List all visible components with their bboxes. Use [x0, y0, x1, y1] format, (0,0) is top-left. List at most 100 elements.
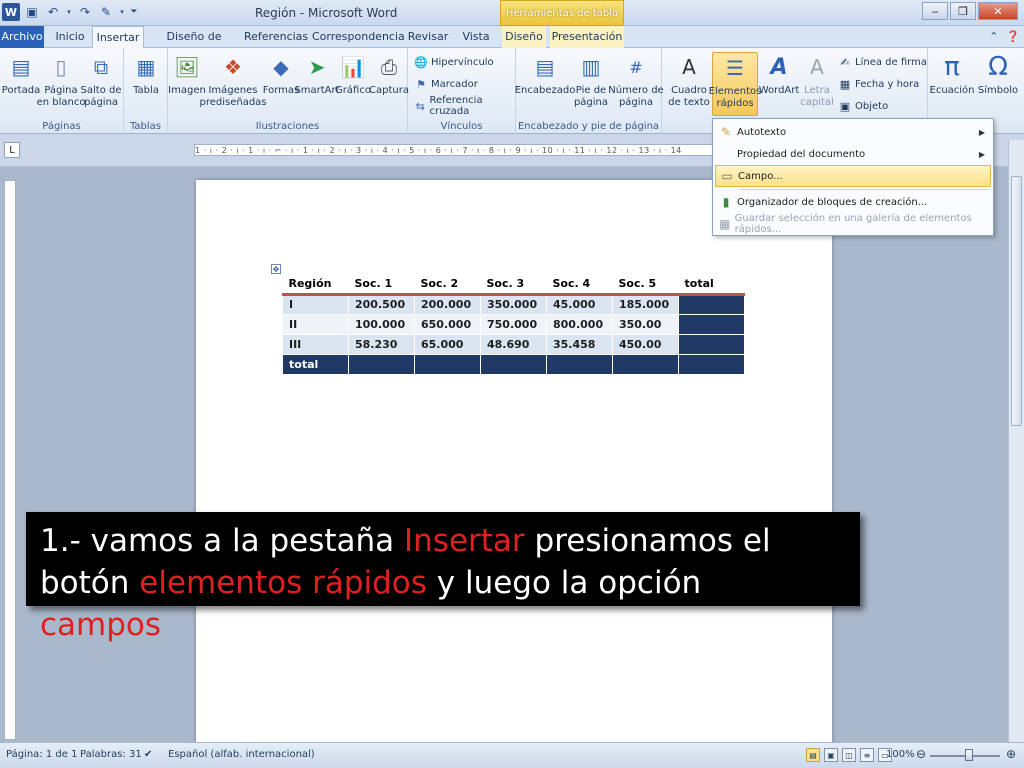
fecha-y-hora-button[interactable]: ▦ Fecha y hora — [838, 74, 920, 94]
print-layout-icon[interactable]: ▤ — [806, 748, 820, 762]
table-cell[interactable] — [546, 353, 613, 375]
table-move-handle-icon[interactable]: ✥ — [271, 264, 281, 274]
smartart-button[interactable]: ➤ SmartArt — [294, 52, 339, 116]
vertical-scrollbar[interactable] — [1008, 140, 1024, 744]
spelling-check-icon[interactable]: ✔ — [144, 749, 152, 760]
portada-button[interactable]: ▤ Portada — [2, 52, 40, 116]
tab-insertar[interactable]: Insertar — [92, 26, 144, 49]
format-painter-icon[interactable]: ✎ — [97, 3, 115, 21]
menu-item-organizador[interactable]: ▮ Organizador de bloques de creación... — [715, 191, 991, 213]
table-cell[interactable]: 35.458 — [546, 333, 613, 355]
menu-item-campo[interactable]: ▭ Campo... — [715, 165, 991, 187]
table-cell[interactable]: 58.230 — [348, 333, 415, 355]
imagenes-predisenadas-button[interactable]: ❖ Imágenes prediseñadas — [199, 52, 266, 116]
objeto-button[interactable]: ▣ Objeto — [838, 96, 888, 116]
tab-diseno-de-pagina[interactable]: Diseño de página — [150, 26, 238, 65]
encabezado-button[interactable]: ▤ Encabezado — [515, 52, 576, 116]
tab-presentacion[interactable]: Presentación — [550, 26, 624, 48]
letra-capital-button[interactable]: A Letra capital — [798, 52, 836, 116]
header-cell[interactable]: Soc. 5 — [612, 274, 679, 296]
save-icon[interactable]: ▣ — [23, 3, 41, 21]
restore-button[interactable]: ❐ — [950, 2, 976, 20]
header-cell[interactable]: Soc. 4 — [546, 274, 613, 296]
table-cell[interactable] — [678, 313, 745, 335]
close-button[interactable]: ✕ — [978, 2, 1018, 20]
language-indicator[interactable]: Español (alfab. internacional) — [168, 749, 315, 760]
header-cell[interactable]: Región — [282, 274, 349, 296]
menu-item-propiedad-del-documento[interactable]: Propiedad del documento ▶ — [715, 143, 991, 165]
pie-de-pagina-button[interactable]: ▥ Pie de página — [572, 52, 610, 116]
table-cell[interactable] — [414, 353, 481, 375]
minimize-button[interactable]: ‒ — [922, 2, 948, 20]
zoom-in-icon[interactable]: ⊕ — [1006, 747, 1016, 761]
header-cell[interactable]: Soc. 3 — [480, 274, 547, 296]
table-cell[interactable] — [678, 333, 745, 355]
table-cell[interactable]: 650.000 — [414, 313, 481, 335]
salto-de-pagina-button[interactable]: ⧉ Salto de página — [81, 52, 122, 116]
table-cell[interactable]: total — [282, 353, 349, 375]
pagina-en-blanco-button[interactable]: ▯ Página en blanco — [37, 52, 86, 116]
table-cell[interactable] — [348, 353, 415, 375]
grafico-button[interactable]: 📊 Gráfico — [334, 52, 372, 116]
scrollbar-thumb[interactable] — [1011, 176, 1022, 426]
tab-referencias[interactable]: Referencias — [244, 26, 308, 48]
table-cell[interactable]: 200.000 — [414, 293, 481, 315]
full-screen-icon[interactable]: ▣ — [824, 748, 838, 762]
menu-item-guardar-seleccion[interactable]: ▦ Guardar selección en una galería de el… — [715, 213, 991, 235]
zoom-slider-thumb[interactable] — [965, 749, 973, 761]
table-cell[interactable]: 185.000 — [612, 293, 679, 315]
wordart-button[interactable]: A WordArt — [759, 52, 800, 116]
table-cell[interactable]: 450.00 — [612, 333, 679, 355]
dropdown-arrow-icon[interactable]: ▾ — [65, 3, 73, 21]
table-cell[interactable]: 200.500 — [348, 293, 415, 315]
table-cell[interactable]: 800.000 — [546, 313, 613, 335]
customize-qat-icon[interactable]: ⏷ — [129, 3, 139, 21]
page-count[interactable]: Página: 1 de 1 — [6, 749, 77, 760]
document-page[interactable]: ✥ Región Soc. 1 Soc. 2 Soc. 3 Soc. 4 Soc… — [196, 180, 832, 742]
vertical-ruler[interactable] — [4, 180, 16, 740]
elementos-rapidos-button[interactable]: ☰ Elementos rápidos — [709, 52, 761, 116]
tab-inicio[interactable]: Inicio — [50, 26, 90, 48]
tab-diseno[interactable]: Diseño — [502, 26, 546, 48]
table-cell[interactable]: 48.690 — [480, 333, 547, 355]
table-cell[interactable] — [612, 353, 679, 375]
captura-button[interactable]: ⎙ Captura — [369, 52, 409, 116]
header-cell[interactable]: Soc. 2 — [414, 274, 481, 296]
word-count[interactable]: Palabras: 31 — [80, 749, 142, 760]
ecuacion-button[interactable]: π Ecuación — [930, 52, 975, 116]
cuadro-de-texto-button[interactable]: A Cuadro de texto — [668, 52, 710, 116]
tab-archivo[interactable]: Archivo — [0, 26, 44, 48]
tabla-button[interactable]: ▦ Tabla — [127, 52, 165, 116]
hipervinculo-button[interactable]: 🌐 Hipervínculo — [414, 52, 494, 72]
marcador-button[interactable]: ⚑ Marcador — [414, 74, 478, 94]
horizontal-ruler[interactable]: 1 · ı · 2 · ı · 1 · ı · ⌐ · ı · 1 · ı · … — [194, 144, 714, 156]
tab-correspondencia[interactable]: Correspondencia — [312, 26, 405, 48]
tab-selector-icon[interactable]: L — [4, 142, 20, 158]
outline-icon[interactable]: ≡ — [860, 748, 874, 762]
zoom-out-icon[interactable]: ⊖ — [916, 747, 926, 761]
minimize-ribbon-icon[interactable]: ⌃ — [989, 30, 998, 43]
table-cell[interactable]: II — [282, 313, 349, 335]
table-cell[interactable]: I — [282, 293, 349, 315]
table-cell[interactable] — [678, 293, 745, 315]
redo-icon[interactable]: ↷ — [76, 3, 94, 21]
table-cell[interactable]: 65.000 — [414, 333, 481, 355]
header-cell[interactable]: total — [678, 274, 745, 296]
help-icon[interactable]: ❓ — [1006, 30, 1020, 43]
formas-button[interactable]: ◆ Formas — [262, 52, 300, 116]
undo-icon[interactable]: ↶ — [44, 3, 62, 21]
simbolo-button[interactable]: Ω Símbolo — [976, 52, 1020, 116]
tab-vista[interactable]: Vista — [456, 26, 496, 48]
zoom-level[interactable]: 100% — [886, 749, 915, 760]
tab-revisar[interactable]: Revisar — [406, 26, 450, 48]
menu-item-autotexto[interactable]: ✎ Autotexto ▶ — [715, 121, 991, 143]
numero-de-pagina-button[interactable]: # Número de página — [608, 52, 663, 116]
table-cell[interactable]: 750.000 — [480, 313, 547, 335]
table-cell[interactable] — [480, 353, 547, 375]
data-table[interactable]: Región Soc. 1 Soc. 2 Soc. 3 Soc. 4 Soc. … — [282, 274, 745, 375]
linea-de-firma-button[interactable]: ✍ Línea de firma — [838, 52, 927, 72]
table-cell[interactable] — [678, 353, 745, 375]
table-cell[interactable]: 350.00 — [612, 313, 679, 335]
web-layout-icon[interactable]: ◫ — [842, 748, 856, 762]
table-cell[interactable]: III — [282, 333, 349, 355]
